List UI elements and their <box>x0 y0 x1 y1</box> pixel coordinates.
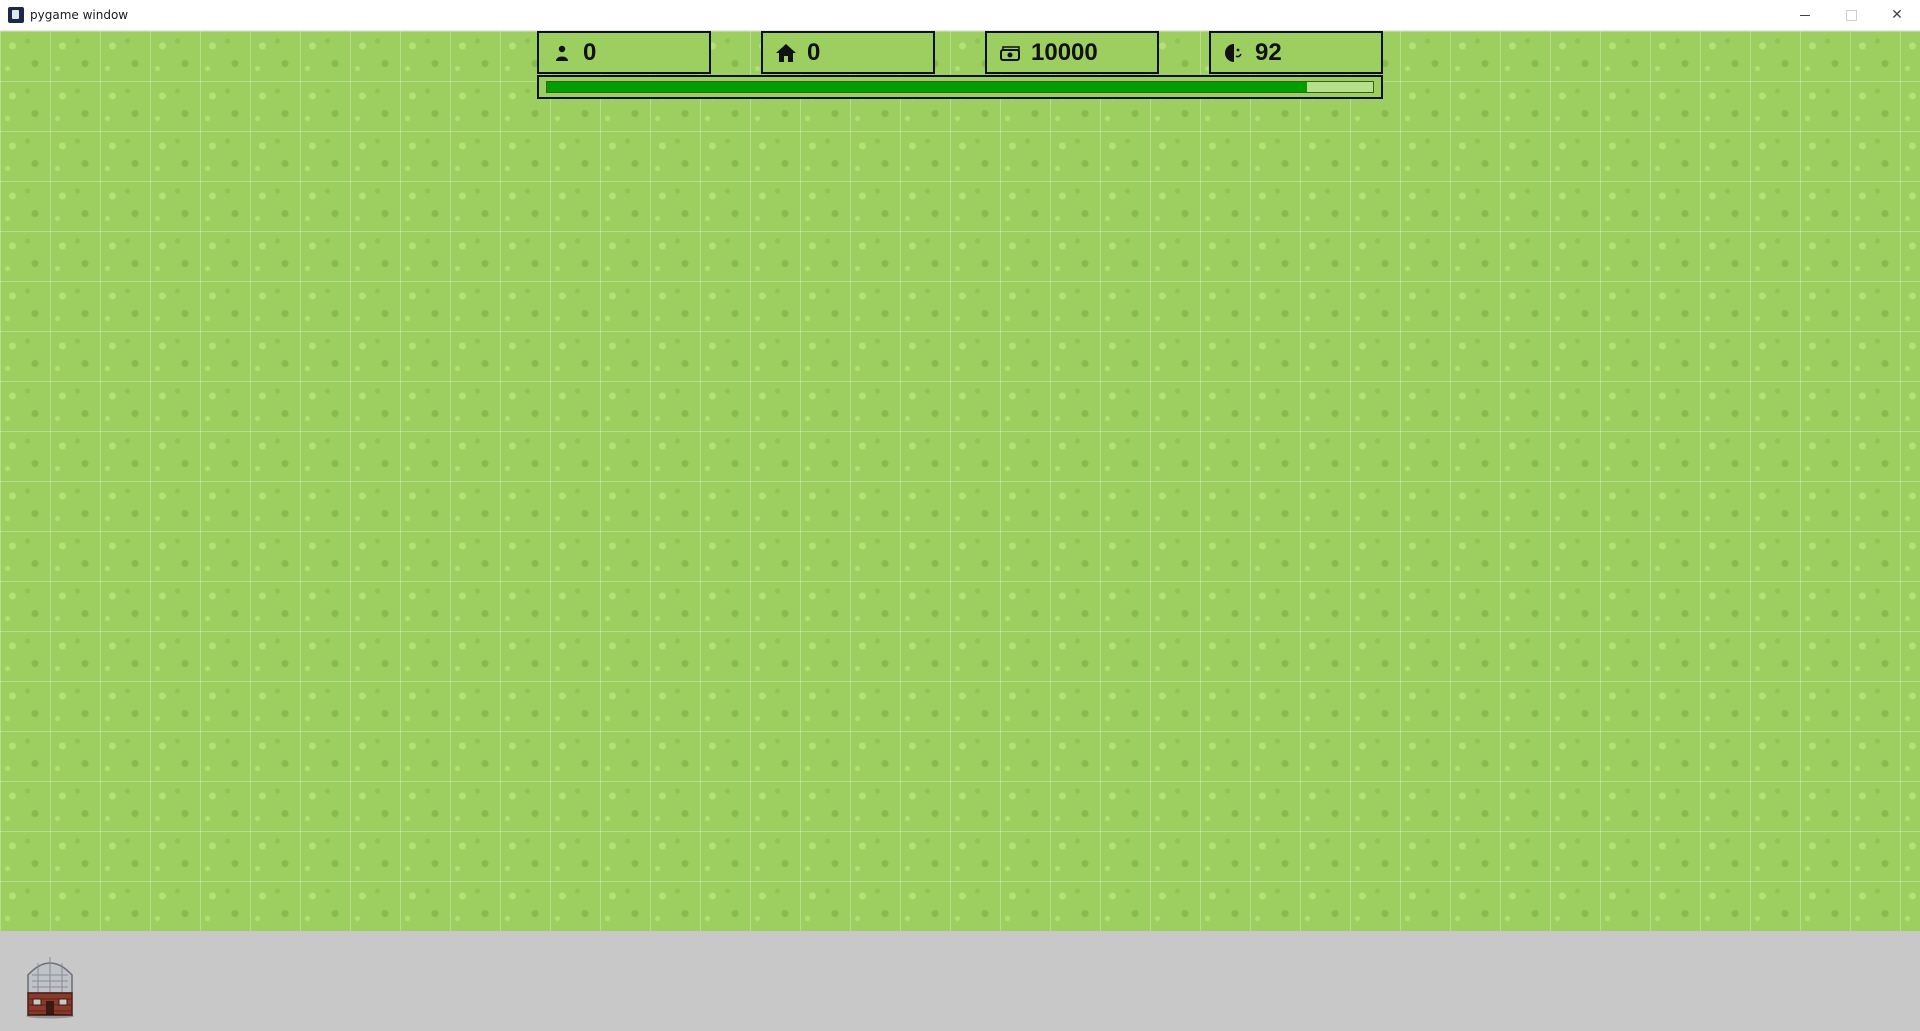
money-value: 10000 <box>1031 38 1098 66</box>
person-icon <box>551 42 573 64</box>
happiness-value: 92 <box>1255 38 1282 66</box>
population-counter: 0 <box>537 31 711 74</box>
progress-bar <box>537 75 1383 99</box>
money-counter: 10000 <box>985 31 1159 74</box>
maximize-icon <box>1845 9 1857 21</box>
minimize-button[interactable] <box>1782 0 1828 30</box>
progress-fill <box>547 82 1307 92</box>
maximize-button[interactable] <box>1828 0 1874 30</box>
grass-map[interactable] <box>0 31 1920 931</box>
houses-value: 0 <box>807 38 821 66</box>
smile-face-icon <box>1223 42 1245 64</box>
build-panel <box>0 931 1920 1031</box>
money-stack-icon <box>999 42 1021 64</box>
houses-counter: 0 <box>761 31 935 74</box>
house-icon <box>775 42 797 64</box>
close-icon: ✕ <box>1891 7 1903 23</box>
close-button[interactable]: ✕ <box>1874 0 1920 30</box>
minimize-icon <box>1800 14 1810 16</box>
build-house-button[interactable] <box>22 953 78 1019</box>
pygame-app-icon <box>8 7 24 23</box>
happiness-counter: 92 <box>1209 31 1383 74</box>
progress-track <box>546 81 1374 93</box>
window-title: pygame window <box>30 8 129 22</box>
house-building-icon <box>26 957 74 1019</box>
population-value: 0 <box>583 38 597 66</box>
window-titlebar: pygame window ✕ <box>0 0 1920 31</box>
